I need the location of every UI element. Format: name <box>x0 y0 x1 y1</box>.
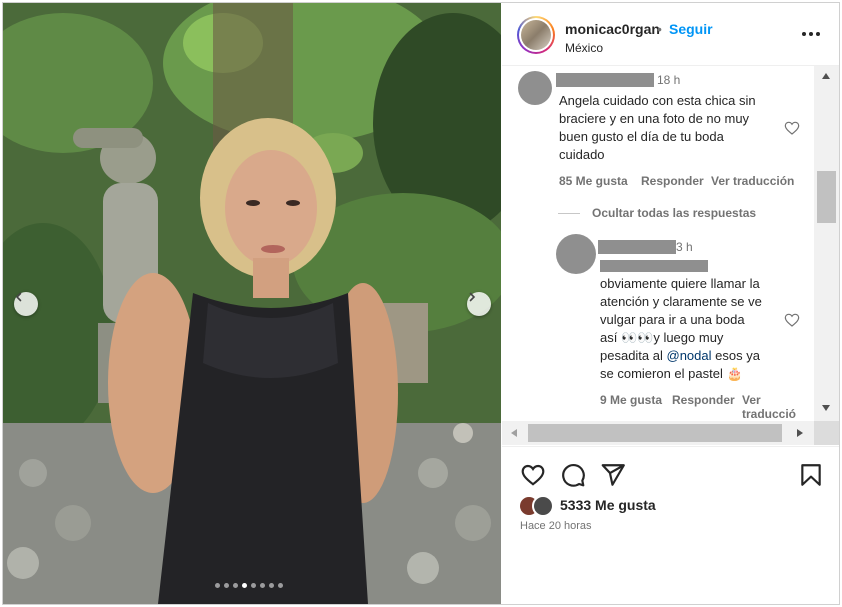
translate-button[interactable]: Ver traducció <box>742 393 814 421</box>
carousel-dot <box>233 583 238 588</box>
carousel-dot <box>269 583 274 588</box>
carousel-dot <box>215 583 220 588</box>
scroll-right-arrow-icon[interactable] <box>796 428 804 438</box>
carousel-dot <box>242 583 247 588</box>
horizontal-scrollbar[interactable] <box>502 421 814 445</box>
reply-text: obviamente quiere llamar la atención y c… <box>600 276 762 381</box>
divider <box>558 213 580 214</box>
redacted-mention <box>600 260 708 272</box>
chevron-left-icon <box>15 292 22 302</box>
separator-dot: • <box>657 21 662 37</box>
comment-time: 18 h <box>657 73 681 87</box>
photo-illustration <box>3 3 501 604</box>
post-timestamp[interactable]: Hace 20 horas <box>520 520 592 532</box>
bookmark-icon[interactable] <box>798 462 824 488</box>
scroll-down-arrow-icon[interactable] <box>821 404 831 412</box>
reply-button[interactable]: Responder <box>672 393 735 407</box>
reply-time: 3 h <box>676 240 693 254</box>
reply-button[interactable]: Responder <box>641 174 704 188</box>
vertical-scrollbar[interactable] <box>814 66 839 421</box>
comment-likes[interactable]: 85 Me gusta <box>559 174 628 188</box>
comments-list: 18 h Angela cuidado con esta chica sin b… <box>502 66 814 421</box>
redacted-username <box>556 73 654 87</box>
post-dialog: monicac0rgan • Seguir México 18 h Angela… <box>2 2 840 605</box>
username[interactable]: monicac0rgan <box>565 21 660 37</box>
more-horizontal-icon[interactable] <box>800 23 822 45</box>
redacted-username <box>598 240 676 254</box>
carousel-prev-button[interactable] <box>14 292 38 316</box>
post-photo <box>3 3 501 604</box>
post-header: monicac0rgan • Seguir México <box>502 3 839 66</box>
reply-like-icon[interactable] <box>784 312 800 328</box>
comment-text: Angela cuidado con esta chica sin bracie… <box>559 93 756 162</box>
scroll-left-arrow-icon[interactable] <box>510 428 518 438</box>
post-sidebar: monicac0rgan • Seguir México 18 h Angela… <box>502 3 839 604</box>
carousel-next-button[interactable] <box>467 292 491 316</box>
scroll-up-arrow-icon[interactable] <box>821 72 831 80</box>
carousel-dot <box>251 583 256 588</box>
horizontal-scroll-thumb[interactable] <box>528 424 782 442</box>
reply-likes[interactable]: 9 Me gusta <box>600 393 662 407</box>
follow-button[interactable]: Seguir <box>669 21 713 37</box>
location-label[interactable]: México <box>565 41 603 55</box>
heart-icon[interactable] <box>520 462 546 488</box>
post-actions: 5333 Me gusta Hace 20 horas <box>502 446 839 604</box>
scrollbar-corner <box>814 421 839 445</box>
translate-button[interactable]: Ver traducción <box>711 174 794 188</box>
vertical-scroll-thumb[interactable] <box>817 171 836 223</box>
comment-like-icon[interactable] <box>784 120 800 136</box>
likes-count[interactable]: 5333 Me gusta <box>560 497 656 513</box>
chevron-right-icon <box>469 292 476 302</box>
avatar[interactable] <box>517 16 555 54</box>
carousel-dot <box>260 583 265 588</box>
carousel-dot <box>278 583 283 588</box>
reply-avatar[interactable] <box>556 234 596 274</box>
liker-avatar[interactable] <box>532 495 554 517</box>
carousel-indicator <box>215 583 283 588</box>
send-icon[interactable] <box>600 462 626 488</box>
comment-icon[interactable] <box>560 462 586 488</box>
mention-link[interactable]: @nodal <box>667 348 712 363</box>
commenter-avatar[interactable] <box>518 71 552 105</box>
hide-replies-button[interactable]: Ocultar todas las respuestas <box>592 206 756 220</box>
carousel-dot <box>224 583 229 588</box>
